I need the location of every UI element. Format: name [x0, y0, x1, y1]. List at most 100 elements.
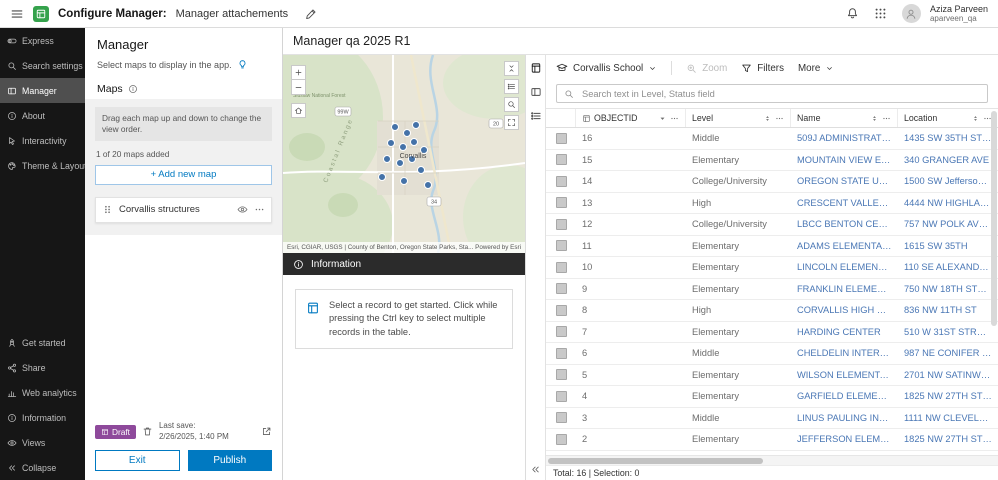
cell-name[interactable]: LINUS PAULING INTERME...	[791, 413, 898, 423]
column-header-name[interactable]: Name	[791, 109, 898, 127]
column-header-objectid[interactable]: OBJECTID	[576, 109, 686, 127]
table-row[interactable]: 12 College/University LBCC BENTON CENTER…	[546, 214, 998, 236]
table-row[interactable]: 3 Middle LINUS PAULING INTERME... 1111 N…	[546, 408, 998, 430]
row-checkbox[interactable]	[556, 305, 567, 316]
table-row[interactable]: 14 College/University OREGON STATE UNIVE…	[546, 171, 998, 193]
column-header-level[interactable]: Level	[686, 109, 791, 127]
sidebar-item-information[interactable]: Information	[0, 405, 85, 430]
table-row[interactable]: 10 Elementary LINCOLN ELEMENTARY S... 11…	[546, 257, 998, 279]
cell-name[interactable]: CORVALLIS HIGH SCHOOL	[791, 305, 898, 315]
table-row[interactable]: 9 Elementary FRANKLIN ELEMENTARY ... 750…	[546, 279, 998, 301]
table-horizontal-scrollbar[interactable]	[546, 455, 998, 465]
row-checkbox[interactable]	[556, 391, 567, 402]
drag-handle-icon[interactable]	[102, 204, 113, 215]
cell-location[interactable]: 1500 SW Jefferson Way, C...	[898, 176, 998, 186]
table-search-input[interactable]	[580, 88, 980, 100]
table-row[interactable]: 5 Elementary WILSON ELEMENTARY SC... 270…	[546, 365, 998, 387]
app-launcher-grid-icon[interactable]	[874, 7, 887, 20]
cell-location[interactable]: 1825 NW 27TH STREET	[898, 391, 998, 401]
cell-name[interactable]: MOUNTAIN VIEW ELEME...	[791, 155, 898, 165]
sidebar-item-theme-layout[interactable]: Theme & Layout	[0, 153, 85, 178]
table-row[interactable]: 13 High CRESCENT VALLEY HIGH ... 4444 NW…	[546, 193, 998, 215]
table-row[interactable]: 7 Elementary HARDING CENTER 510 W 31ST S…	[546, 322, 998, 344]
cell-location[interactable]: 750 NW 18TH STREET	[898, 284, 998, 294]
row-checkbox[interactable]	[556, 219, 567, 230]
cell-name[interactable]: GARFIELD ELEMENTARY S...	[791, 391, 898, 401]
horizontal-scrollbar-thumb[interactable]	[548, 458, 763, 464]
cell-name[interactable]: OREGON STATE UNIVERS...	[791, 176, 898, 186]
column-menu-icon[interactable]	[670, 114, 679, 123]
zoom-to-button[interactable]: Zoom	[686, 63, 727, 74]
sort-icon[interactable]	[971, 114, 980, 123]
hamburger-menu-icon[interactable]	[10, 7, 24, 21]
more-button[interactable]: More	[798, 63, 834, 74]
layer-selector-button[interactable]: Corvallis School	[556, 62, 657, 74]
list-panel-icon[interactable]	[530, 110, 542, 122]
cell-location[interactable]: 2701 NW SATINWOOD S...	[898, 370, 998, 380]
table-row[interactable]: 2 Elementary JEFFERSON ELEMENTAR... 1825…	[546, 429, 998, 451]
row-checkbox[interactable]	[556, 348, 567, 359]
table-row[interactable]: 4 Elementary GARFIELD ELEMENTARY S... 18…	[546, 386, 998, 408]
layout-panel-icon[interactable]	[530, 86, 542, 98]
row-checkbox[interactable]	[556, 240, 567, 251]
row-checkbox[interactable]	[556, 154, 567, 165]
sidebar-item-web-analytics[interactable]: Web analytics	[0, 380, 85, 405]
user-avatar[interactable]	[902, 4, 921, 23]
cell-location[interactable]: 1435 SW 35TH STREET	[898, 133, 998, 143]
sidebar-item-about[interactable]: About	[0, 103, 85, 128]
cell-name[interactable]: ADAMS ELEMENTARY SC...	[791, 241, 898, 251]
table-row[interactable]: 6 Middle CHELDELIN INTERMEDIA... 987 NE …	[546, 343, 998, 365]
sidebar-item-manager[interactable]: Manager	[0, 78, 85, 103]
information-panel-header[interactable]: Information	[283, 253, 525, 275]
map-view[interactable]: 99W 34 20 Corvallis Coastal Range Siusla…	[283, 55, 525, 253]
column-header-location[interactable]: Location	[898, 109, 998, 127]
table-panel-icon[interactable]	[530, 62, 542, 74]
cell-name[interactable]: CHELDELIN INTERMEDIA...	[791, 348, 898, 358]
cell-location[interactable]: 1111 NW CLEVELAND AVE	[898, 413, 998, 423]
map-list-item[interactable]: Corvallis structures	[95, 197, 272, 223]
table-row[interactable]: 11 Elementary ADAMS ELEMENTARY SC... 161…	[546, 236, 998, 258]
cell-location[interactable]: 340 GRANGER AVE	[898, 155, 998, 165]
cell-name[interactable]: LINCOLN ELEMENTARY S...	[791, 262, 898, 272]
map-search-button[interactable]	[504, 97, 519, 112]
trash-icon[interactable]	[142, 426, 153, 437]
cell-location[interactable]: 510 W 31ST STREET	[898, 327, 998, 337]
home-button[interactable]	[291, 103, 306, 118]
lightbulb-icon[interactable]	[237, 59, 248, 70]
row-checkbox[interactable]	[556, 197, 567, 208]
cell-name[interactable]: LBCC BENTON CENTER	[791, 219, 898, 229]
sidebar-item-get-started[interactable]: Get started	[0, 330, 85, 355]
sort-icon[interactable]	[763, 114, 772, 123]
legend-list-button[interactable]	[504, 79, 519, 94]
table-row[interactable]: 8 High CORVALLIS HIGH SCHOOL 836 NW 11TH…	[546, 300, 998, 322]
sidebar-item-search-settings[interactable]: Search settings	[0, 53, 85, 78]
cell-location[interactable]: 4444 NW HIGHLAND DRIVE	[898, 198, 998, 208]
cell-location[interactable]: 757 NW POLK AVENUE	[898, 219, 998, 229]
edit-pencil-icon[interactable]	[305, 8, 317, 20]
column-menu-icon[interactable]	[775, 114, 784, 123]
sidebar-item-share[interactable]: Share	[0, 355, 85, 380]
row-checkbox[interactable]	[556, 133, 567, 144]
sidebar-item-views[interactable]: Views	[0, 430, 85, 455]
zoom-out-button[interactable]	[291, 80, 306, 95]
row-checkbox[interactable]	[556, 262, 567, 273]
row-checkbox[interactable]	[556, 283, 567, 294]
cell-location[interactable]: 1615 SW 35TH	[898, 241, 998, 251]
cell-name[interactable]: 509J ADMINISTRATIVE O...	[791, 133, 898, 143]
notifications-bell-icon[interactable]	[846, 7, 859, 20]
table-row[interactable]: 16 Middle 509J ADMINISTRATIVE O... 1435 …	[546, 128, 998, 150]
cell-name[interactable]: FRANKLIN ELEMENTARY ...	[791, 284, 898, 294]
table-row[interactable]: 15 Elementary MOUNTAIN VIEW ELEME... 340…	[546, 150, 998, 172]
cell-location[interactable]: 987 NE CONIFER BLVD	[898, 348, 998, 358]
cell-name[interactable]: CRESCENT VALLEY HIGH ...	[791, 198, 898, 208]
column-menu-icon[interactable]	[882, 114, 891, 123]
cell-name[interactable]: JEFFERSON ELEMENTAR...	[791, 434, 898, 444]
cell-name[interactable]: HARDING CENTER	[791, 327, 898, 337]
launch-icon[interactable]	[261, 426, 272, 437]
table-search-box[interactable]	[556, 84, 988, 103]
cell-name[interactable]: WILSON ELEMENTARY SC...	[791, 370, 898, 380]
user-info[interactable]: Aziza Parveen aparveen_qa	[930, 4, 988, 24]
ellipsis-icon[interactable]	[254, 204, 265, 215]
add-new-map-button[interactable]: + Add new map	[95, 165, 272, 185]
collapse-table-panel-icon[interactable]	[530, 464, 541, 475]
